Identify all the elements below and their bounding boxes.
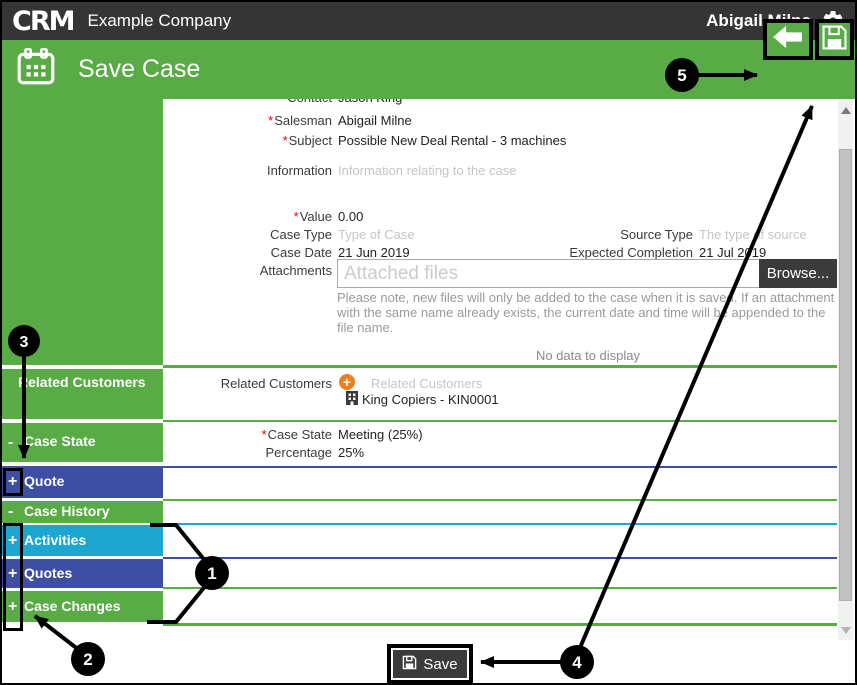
add-related-customer-icon[interactable]: +: [339, 374, 355, 390]
related-customers-label: Related Customers: [220, 376, 332, 391]
page-header: Save Case: [2, 40, 855, 99]
percentage-value[interactable]: 25%: [338, 445, 364, 460]
crm-logo[interactable]: CRM: [12, 6, 76, 37]
expected-completion-value[interactable]: 21 Jul 2019: [699, 245, 766, 260]
company-name: Example Company: [87, 11, 232, 30]
case-type-label: Case Type: [270, 227, 332, 242]
sidebar-spacer: [2, 99, 163, 365]
attachments-note: Please note, new files will only be adde…: [337, 290, 835, 335]
crm-save-case-window: CRM Example Company Abigail Milne Save C…: [0, 0, 857, 685]
information-label: Information: [266, 163, 332, 178]
annotation-box-expand-column: [3, 523, 23, 631]
save-button-label: Save: [423, 655, 458, 673]
divider: [163, 587, 837, 589]
related-customer-item[interactable]: King Copiers - KIN0001: [362, 392, 499, 407]
percentage-label: Percentage: [265, 445, 333, 460]
divider: [163, 499, 837, 501]
scroll-down-icon[interactable]: [841, 627, 851, 634]
attachments-label: Attachments: [259, 263, 332, 278]
calendar-icon: [16, 47, 56, 91]
callout-4-number: 4: [572, 653, 582, 672]
scroll-up-icon[interactable]: [841, 107, 851, 114]
case-state-label: *Case State: [261, 427, 332, 442]
annotation-box-save: Save: [387, 644, 473, 683]
salesman-value[interactable]: Abigail Milne: [338, 113, 412, 128]
source-type-input[interactable]: The type of source: [699, 227, 807, 242]
salesman-label: *Salesman: [268, 113, 332, 128]
page-title: Save Case: [78, 55, 201, 83]
sidebar-item-case-changes[interactable]: + Case Changes: [2, 591, 163, 622]
collapse-icon[interactable]: -: [8, 503, 13, 521]
save-button[interactable]: Save: [393, 650, 467, 678]
divider: [163, 420, 837, 422]
subject-label: *Subject: [282, 133, 332, 148]
attachments-input[interactable]: [337, 259, 765, 288]
no-data-text: No data to display: [535, 348, 641, 363]
annotation-box-quote-expand: [3, 468, 23, 496]
callout-2-arrow: [33, 614, 90, 659]
browse-button[interactable]: Browse...: [759, 259, 837, 288]
callout-4-badge: [560, 645, 594, 679]
sidebar-item-activities[interactable]: + Activities: [2, 525, 163, 556]
case-date-value[interactable]: 21 Jun 2019: [338, 245, 410, 260]
divider: [163, 365, 837, 368]
vertical-scrollbar[interactable]: [838, 99, 853, 640]
building-icon: [346, 391, 358, 410]
collapse-icon[interactable]: -: [8, 434, 13, 452]
contact-value[interactable]: Jason King: [338, 99, 402, 105]
sidebar-item-case-history[interactable]: - Case History: [2, 501, 163, 523]
related-customers-input[interactable]: Related Customers: [371, 376, 482, 391]
save-icon: [821, 24, 848, 56]
information-input[interactable]: Information relating to the case: [338, 163, 517, 178]
value-label: *Value: [293, 209, 332, 224]
case-type-input[interactable]: Type of Case: [338, 227, 415, 242]
sidebar-item-quote[interactable]: + Quote: [2, 466, 163, 498]
case-form: *Contact Jason King *Salesman Abigail Mi…: [163, 99, 837, 640]
subject-value[interactable]: Possible New Deal Rental - 3 machines: [338, 133, 566, 148]
sidebar-item-case-state[interactable]: - Case State: [2, 423, 163, 462]
topbar: CRM Example Company Abigail Milne: [2, 2, 855, 40]
callout-2-badge: [71, 642, 105, 676]
header-save-button[interactable]: [815, 19, 854, 60]
divider: [163, 557, 837, 559]
contact-label: *Contact: [163, 99, 332, 105]
case-state-value[interactable]: Meeting (25%): [338, 427, 423, 442]
save-icon: [402, 655, 417, 674]
source-type-label: Source Type: [620, 227, 693, 242]
sidebar-item-related-customers[interactable]: Related Customers: [2, 369, 163, 419]
divider: [163, 623, 837, 626]
back-button[interactable]: [763, 19, 813, 60]
expected-completion-label: Expected Completion: [569, 245, 693, 260]
callout-2-number: 2: [83, 650, 92, 669]
back-arrow-icon: [772, 24, 804, 55]
divider: [163, 466, 837, 468]
sidebar-item-quotes[interactable]: + Quotes: [2, 559, 163, 588]
divider: [163, 523, 837, 525]
case-date-label: Case Date: [270, 245, 332, 260]
value-field[interactable]: 0.00: [338, 209, 363, 224]
scrollbar-thumb[interactable]: [839, 149, 852, 601]
